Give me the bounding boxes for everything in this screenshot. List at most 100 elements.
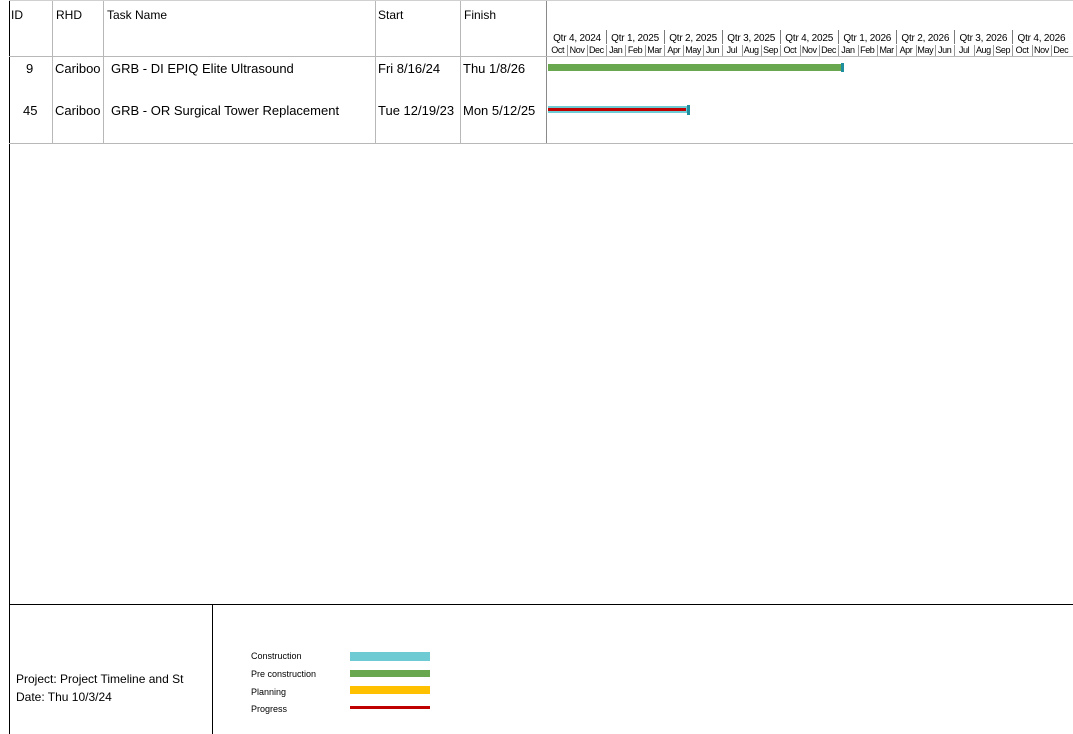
legend-swatch-pre-construction xyxy=(350,670,430,677)
legend-swatch-planning xyxy=(350,686,430,694)
frame-divider-footer xyxy=(9,604,1073,605)
timescale-month-label: Oct xyxy=(783,45,797,55)
task-name-cell[interactable]: GRB - DI EPIQ Elite Ultrasound xyxy=(111,61,294,76)
timescale-quarter-label: Qtr 2, 2025 xyxy=(669,33,718,44)
timescale-month-separator xyxy=(857,45,859,56)
timescale-month-label: Apr xyxy=(667,45,681,55)
timescale-month-label: Nov xyxy=(1034,45,1049,55)
timescale-month-label: Nov xyxy=(569,45,585,55)
task-start-cell[interactable]: Fri 8/16/24 xyxy=(378,61,440,76)
timescale-quarter-label: Qtr 1, 2025 xyxy=(611,33,659,44)
timescale-quarter-separator xyxy=(1012,30,1014,44)
timescale-quarter-separator xyxy=(780,30,782,44)
timescale-month-label: Mar xyxy=(647,45,662,55)
legend-label-progress: Progress xyxy=(251,704,288,714)
timescale-month-label: Dec xyxy=(821,45,836,55)
gantt-bar-end-marker xyxy=(687,105,690,115)
timescale-month-label: Sep xyxy=(995,45,1011,55)
task-id-cell: 45 xyxy=(23,103,38,118)
timescale-month-separator xyxy=(606,45,608,56)
timescale-month-label: Apr xyxy=(899,45,913,55)
timescale-month-label: Jun xyxy=(705,45,720,55)
timescale-quarter-separator xyxy=(896,30,898,44)
timescale-quarter-label: Qtr 4, 2026 xyxy=(1017,33,1066,44)
timescale-month-separator xyxy=(896,45,898,56)
timescale-month-label: Mar xyxy=(879,45,894,55)
timescale-month-label: Dec xyxy=(1053,45,1069,55)
task-id-cell: 9 xyxy=(26,61,34,76)
timescale-month-label: Jan xyxy=(609,45,623,55)
timescale-quarter-label: Qtr 1, 2026 xyxy=(843,33,892,44)
timescale-month-label: Jul xyxy=(958,45,970,55)
timescale-month-separator xyxy=(838,45,840,56)
timescale-month-separator xyxy=(876,45,878,56)
timescale-month-separator xyxy=(799,45,801,56)
timescale-month-label: Jan xyxy=(841,45,855,55)
timescale-month-separator xyxy=(1012,45,1014,56)
column-header-finish[interactable]: Finish xyxy=(464,8,496,22)
task-start-cell[interactable]: Tue 12/19/23 xyxy=(378,103,454,118)
legend-label-construction: Construction xyxy=(251,651,302,661)
timescale-quarter-label: Qtr 3, 2026 xyxy=(959,33,1008,44)
timescale-month-separator xyxy=(625,45,627,56)
timescale-quarter-label: Qtr 3, 2025 xyxy=(727,33,776,44)
gantt-bar-pre-construction[interactable] xyxy=(548,64,842,71)
timescale-month-label: Feb xyxy=(627,45,643,55)
footer-vertical-divider xyxy=(212,604,213,734)
frame-left-border xyxy=(9,0,10,734)
timescale-month-separator xyxy=(586,45,588,56)
timescale-month-label: Jun xyxy=(938,45,952,55)
task-finish-cell[interactable]: Thu 1/8/26 xyxy=(463,61,525,76)
timescale-month-separator xyxy=(664,45,666,56)
timescale-month-label: Dec xyxy=(588,45,604,55)
timescale-quarter-separator xyxy=(606,30,608,44)
legend-label-planning: Planning xyxy=(251,687,287,697)
task-finish-cell[interactable]: Mon 5/12/25 xyxy=(463,103,535,118)
legend-label-pre-construction: Pre construction xyxy=(251,669,317,679)
timescale-month-label: Jul xyxy=(726,45,738,55)
gantt-bar-progress xyxy=(548,108,686,111)
timescale-month-separator xyxy=(973,45,975,56)
timescale-month-label: May xyxy=(917,45,934,55)
timescale-month-separator xyxy=(702,45,704,56)
timescale-month-separator xyxy=(683,45,685,56)
timescale-quarter-label: Qtr 4, 2024 xyxy=(553,33,601,44)
timescale-month-separator xyxy=(1031,45,1033,56)
timescale-month-separator xyxy=(644,45,646,56)
timescale-quarter-separator xyxy=(722,30,724,44)
project-date-label: Date: Thu 10/3/24 xyxy=(16,690,112,704)
timescale-month-label: May xyxy=(685,45,702,55)
task-rhd-cell: Cariboo xyxy=(55,61,101,76)
legend-swatch-construction xyxy=(350,652,430,661)
timescale-quarter-separator xyxy=(838,30,840,44)
timescale-month-label: Oct xyxy=(1015,45,1029,55)
timescale-quarter-label: Qtr 4, 2025 xyxy=(785,33,834,44)
column-header-rhd[interactable]: RHD xyxy=(56,8,82,22)
timescale-month-separator xyxy=(722,45,724,56)
task-rhd-cell: Cariboo xyxy=(55,103,101,118)
timescale-quarter-separator xyxy=(664,30,666,44)
timescale-month-label: Aug xyxy=(743,45,759,55)
column-header-id[interactable]: ID xyxy=(11,8,23,22)
timescale-month-separator xyxy=(760,45,762,56)
project-name-label: Project: Project Timeline and St xyxy=(16,672,184,686)
timescale-month-label: Feb xyxy=(860,45,875,55)
timescale-month-label: Aug xyxy=(975,45,991,55)
timescale-month-label: Nov xyxy=(801,45,817,55)
timescale-month-separator xyxy=(993,45,995,56)
timescale-month-separator xyxy=(935,45,936,56)
timescale-quarter-separator xyxy=(954,30,956,44)
legend-swatch-progress xyxy=(350,706,430,709)
timescale-month-separator xyxy=(954,45,956,56)
task-name-cell[interactable]: GRB - OR Surgical Tower Replacement xyxy=(111,103,339,118)
gantt-bar-end-marker xyxy=(841,63,844,72)
timescale-month-separator xyxy=(915,45,917,56)
timescale-month-separator xyxy=(780,45,782,56)
column-header-start[interactable]: Start xyxy=(378,8,403,22)
timescale-month-label: Sep xyxy=(763,45,778,55)
column-header-task-name[interactable]: Task Name xyxy=(107,8,167,22)
timescale-month-separator xyxy=(741,45,743,56)
timescale-month-separator xyxy=(567,45,569,56)
timescale-quarter-label: Qtr 2, 2026 xyxy=(901,33,950,44)
timescale-month-separator xyxy=(818,45,820,56)
